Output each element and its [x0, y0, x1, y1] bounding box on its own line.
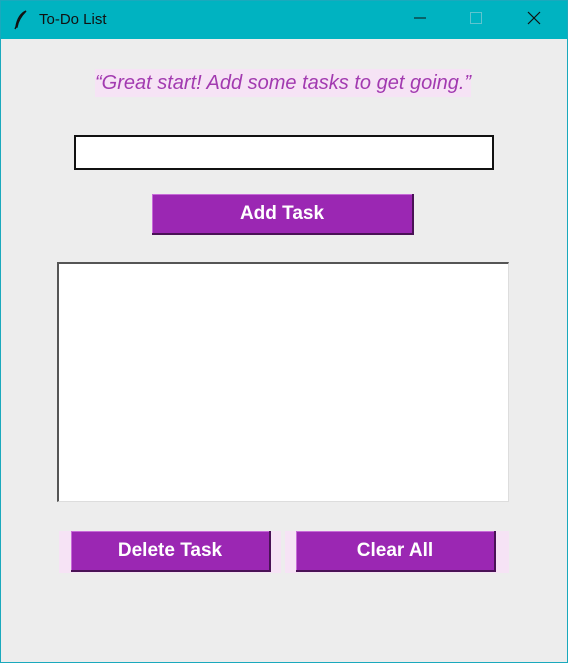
clear-all-button[interactable]: Clear All [296, 531, 496, 572]
maximize-icon [470, 11, 482, 29]
feather-icon [13, 10, 29, 30]
close-icon [527, 11, 541, 30]
add-task-button[interactable]: Add Task [152, 194, 414, 235]
task-list[interactable] [57, 262, 509, 502]
maximize-button[interactable] [453, 1, 499, 39]
window-title: To-Do List [39, 11, 107, 28]
app-window: To-Do List “Great start! Add some tasks … [0, 0, 568, 663]
close-button[interactable] [511, 1, 557, 39]
minimize-button[interactable] [397, 1, 443, 39]
motivational-quote: “Great start! Add some tasks to get goin… [95, 69, 471, 97]
task-input[interactable] [74, 135, 494, 170]
title-bar[interactable]: To-Do List [1, 1, 567, 39]
minimize-icon [414, 11, 426, 29]
delete-task-button[interactable]: Delete Task [71, 531, 271, 572]
